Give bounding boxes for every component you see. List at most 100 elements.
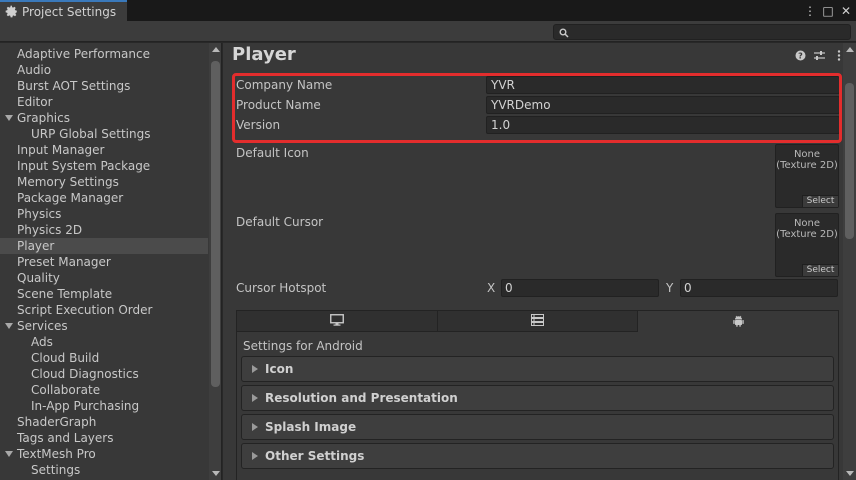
preset-sliders-icon[interactable] xyxy=(814,50,825,61)
sidebar-item[interactable]: Graphics xyxy=(0,110,208,126)
tab-title: Project Settings xyxy=(22,4,117,19)
sidebar-scroll-thumb[interactable] xyxy=(211,61,220,387)
sidebar-item-label: Tags and Layers xyxy=(17,431,114,445)
sidebar-item-label: ShaderGraph xyxy=(17,415,97,429)
sidebar-item[interactable]: Input Manager xyxy=(0,142,208,158)
sidebar-item[interactable]: Ads xyxy=(0,334,208,350)
sidebar-item[interactable]: Quality xyxy=(0,270,208,286)
page-title: Player xyxy=(232,44,296,65)
sidebar-item[interactable]: Burst AOT Settings xyxy=(0,78,208,94)
foldout-arrow-icon xyxy=(252,365,258,373)
sidebar-item-label: TextMesh Pro xyxy=(17,447,96,461)
inspector-scrollbar[interactable] xyxy=(843,43,856,480)
platform-settings: Settings for Android Icon Resolution and … xyxy=(236,310,839,480)
scroll-down-arrow-icon[interactable] xyxy=(212,471,220,476)
default-icon-type-text: (Texture 2D) xyxy=(776,160,838,171)
highlight-box xyxy=(232,73,842,143)
sidebar-item[interactable]: Audio xyxy=(0,62,208,78)
monitor-icon xyxy=(329,313,344,329)
sidebar-item-label: Quality xyxy=(17,271,60,285)
sidebar-item-label: Ads xyxy=(31,335,53,349)
gear-icon xyxy=(5,5,18,18)
project-settings-tab[interactable]: Project Settings xyxy=(0,0,127,21)
sidebar-item-label: Editor xyxy=(17,95,53,109)
default-cursor-none-text: None xyxy=(793,218,821,229)
default-icon-select-button[interactable]: Select xyxy=(802,195,838,207)
foldout-section[interactable]: Other Settings xyxy=(241,443,834,469)
foldout-section[interactable]: Splash Image xyxy=(241,414,834,440)
default-icon-label: Default Icon xyxy=(236,146,309,160)
scroll-up-arrow-icon[interactable] xyxy=(212,47,220,52)
sidebar-item-label: Physics xyxy=(17,207,62,221)
hotspot-y-label: Y xyxy=(666,281,674,295)
sidebar-item[interactable]: Adaptive Performance xyxy=(0,46,208,62)
foldout-arrow-icon xyxy=(252,423,258,431)
help-icon[interactable]: ? xyxy=(795,50,806,61)
foldout-arrow-icon xyxy=(252,452,258,460)
sidebar-scrollbar[interactable] xyxy=(209,43,221,480)
sidebar-item[interactable]: Scene Template xyxy=(0,286,208,302)
sidebar-item-label: Physics 2D xyxy=(17,223,83,237)
sidebar-item[interactable]: Services xyxy=(0,318,208,334)
sidebar-item-label: Collaborate xyxy=(31,383,101,397)
sidebar-item[interactable]: Settings xyxy=(0,462,208,478)
tab-server[interactable] xyxy=(437,311,639,332)
android-icon xyxy=(732,314,745,330)
tab-android[interactable] xyxy=(638,311,839,332)
sidebar-item[interactable]: Player xyxy=(0,238,208,254)
default-icon-none-text: None xyxy=(793,149,821,160)
sidebar-item[interactable]: Input System Package xyxy=(0,158,208,174)
sidebar-item-label: Preset Manager xyxy=(17,255,111,269)
scroll-down-arrow-icon[interactable] xyxy=(846,471,854,476)
sidebar-item-label: URP Global Settings xyxy=(31,127,151,141)
sidebar-item-label: Cloud Build xyxy=(31,351,100,365)
maximize-icon[interactable]: □ xyxy=(822,3,834,19)
tab-standalone[interactable] xyxy=(237,311,438,332)
sidebar-item[interactable]: Physics xyxy=(0,206,208,222)
sidebar-item-label: Input System Package xyxy=(17,159,151,173)
default-icon-object-field[interactable]: None (Texture 2D) Select xyxy=(775,144,839,208)
inspector-scroll-thumb[interactable] xyxy=(845,83,854,239)
search-icon xyxy=(559,27,569,38)
sidebar-item-label: Package Manager xyxy=(17,191,124,205)
sidebar-item[interactable]: Editor xyxy=(0,94,208,110)
scroll-up-arrow-icon[interactable] xyxy=(846,47,854,52)
sidebar-item[interactable]: Physics 2D xyxy=(0,222,208,238)
window-controls: ⋮ □ ✕ xyxy=(804,2,852,19)
search-input[interactable] xyxy=(571,25,846,39)
hotspot-x-field[interactable] xyxy=(501,279,659,297)
platform-tabs xyxy=(237,311,839,332)
sidebar-item[interactable]: ShaderGraph xyxy=(0,414,208,430)
more-menu-icon[interactable]: ⋮ xyxy=(804,3,816,19)
sidebar-item[interactable]: TextMesh Pro xyxy=(0,446,208,462)
sidebar-item[interactable]: Script Execution Order xyxy=(0,302,208,318)
foldout-section[interactable]: Icon xyxy=(241,356,834,382)
expand-triangle-icon[interactable] xyxy=(5,115,13,121)
sidebar-item-label: In-App Purchasing xyxy=(31,399,140,413)
sidebar-list: Adaptive Performance Audio Burst AOT Setti… xyxy=(0,46,208,478)
sidebar-item[interactable]: Collaborate xyxy=(0,382,208,398)
sidebar-item[interactable]: Cloud Diagnostics xyxy=(0,366,208,382)
toolbar xyxy=(0,21,856,42)
search-box[interactable] xyxy=(553,24,851,40)
expand-triangle-icon[interactable] xyxy=(5,451,13,457)
close-icon[interactable]: ✕ xyxy=(840,3,852,19)
foldout-section[interactable]: Resolution and Presentation xyxy=(241,385,834,411)
sidebar: Adaptive Performance Audio Burst AOT Setti… xyxy=(0,43,222,480)
default-cursor-select-button[interactable]: Select xyxy=(802,264,838,276)
cursor-hotspot-label: Cursor Hotspot xyxy=(236,281,327,295)
sidebar-item[interactable]: Memory Settings xyxy=(0,174,208,190)
sidebar-item[interactable]: In-App Purchasing xyxy=(0,398,208,414)
expand-triangle-icon[interactable] xyxy=(5,323,13,329)
foldout-label: Icon xyxy=(265,362,294,376)
sidebar-item[interactable]: Preset Manager xyxy=(0,254,208,270)
sidebar-item-label: Graphics xyxy=(17,111,70,125)
default-cursor-object-field[interactable]: None (Texture 2D) Select xyxy=(775,213,839,277)
sidebar-item[interactable]: Tags and Layers xyxy=(0,430,208,446)
sidebar-item[interactable]: Package Manager xyxy=(0,190,208,206)
sidebar-item[interactable]: Cloud Build xyxy=(0,350,208,366)
sidebar-item[interactable]: URP Global Settings xyxy=(0,126,208,142)
sidebar-item-label: Player xyxy=(17,239,55,253)
hotspot-y-field[interactable] xyxy=(680,279,838,297)
sidebar-item-label: Burst AOT Settings xyxy=(17,79,131,93)
